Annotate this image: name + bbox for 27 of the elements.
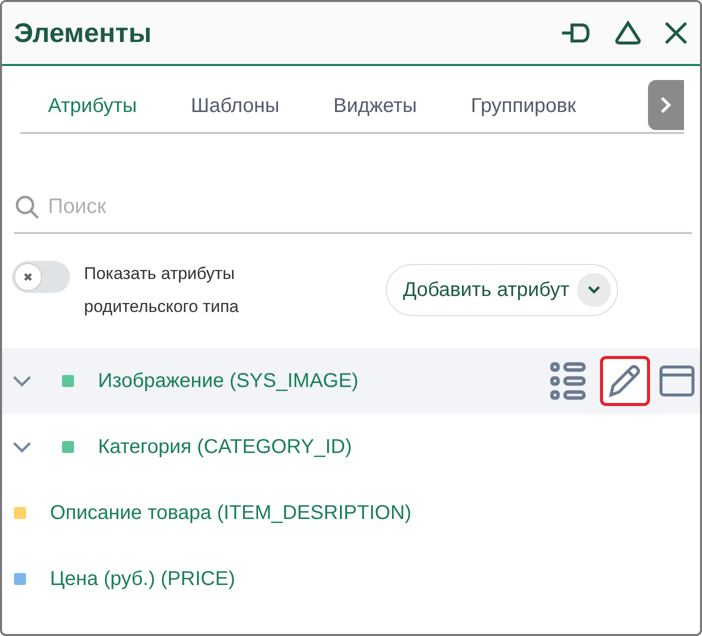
tab[interactable]: Шаблоны bbox=[162, 94, 280, 118]
attribute-label: Изображение (SYS_IMAGE) bbox=[98, 370, 360, 392]
add-attribute-button[interactable]: Добавить атрибут bbox=[386, 264, 618, 316]
attribute-row[interactable]: Цена (руб.) (PRICE) bbox=[2, 546, 700, 612]
tab[interactable]: Атрибуты bbox=[20, 94, 137, 118]
window-title: Элементы bbox=[14, 18, 153, 48]
tab[interactable]: Виджеты bbox=[305, 94, 417, 118]
chevron-down-icon bbox=[587, 285, 602, 295]
x-icon bbox=[23, 272, 33, 282]
chevron-down-icon[interactable] bbox=[10, 440, 34, 454]
attribute-label: Описание товара (ITEM_DESRIPTION) bbox=[50, 502, 412, 524]
chevron-right-icon bbox=[659, 95, 673, 115]
search-field[interactable]: Поиск bbox=[46, 194, 692, 220]
attribute-row[interactable]: Категория (CATEGORY_ID) bbox=[2, 414, 700, 480]
search-icon bbox=[14, 194, 40, 220]
toggle-switch[interactable] bbox=[12, 261, 70, 293]
edit-button[interactable] bbox=[600, 356, 650, 406]
toggle-label: Показать атрибуты родительского типа bbox=[84, 263, 240, 318]
chevron-down-icon[interactable] bbox=[10, 374, 34, 388]
attribute-row[interactable]: Описание товара (ITEM_DESRIPTION) bbox=[2, 480, 700, 546]
scroll-right-button[interactable] bbox=[648, 80, 684, 130]
attribute-label: Категория (CATEGORY_ID) bbox=[98, 436, 353, 458]
close-icon[interactable] bbox=[664, 21, 688, 45]
selected-row[interactable]: Изображение (SYS_IMAGE) bbox=[2, 348, 700, 414]
attribute-label: Цена (руб.) (PRICE) bbox=[50, 568, 236, 590]
tab[interactable]: Группировк bbox=[442, 94, 576, 118]
triangle-icon[interactable] bbox=[614, 20, 642, 46]
